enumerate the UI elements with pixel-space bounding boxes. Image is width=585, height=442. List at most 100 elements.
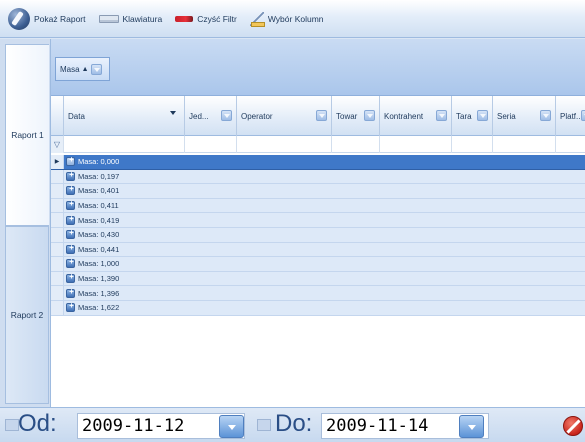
group-row[interactable]: Masa: 0,401 (51, 184, 585, 199)
filter-cell-tara[interactable] (452, 136, 493, 153)
chevron-down-icon[interactable] (477, 110, 488, 121)
chevron-down-icon[interactable] (316, 110, 327, 121)
column-header-platforma[interactable]: Platf... (556, 96, 585, 136)
expand-icon[interactable] (66, 214, 76, 225)
expand-icon[interactable] (66, 184, 76, 196)
group-row[interactable]: Masa: 0,419 (51, 213, 585, 228)
filter-cell-seria[interactable] (493, 136, 556, 153)
clear-filter-button[interactable]: Czyść Filtr (175, 7, 237, 31)
tab-raport-2-label: Raport 2 (10, 310, 44, 320)
cancel-icon[interactable] (563, 416, 583, 436)
column-header-label: Jed... (189, 111, 209, 121)
filter-cell-platforma[interactable] (556, 136, 585, 153)
group-by-panel: Masa ▲ (51, 39, 585, 96)
date-to-label: Do: (275, 410, 313, 437)
group-row[interactable]: Masa: 0,430 (51, 227, 585, 243)
tab-raport-1[interactable]: Raport 1 (5, 44, 49, 226)
column-chooser-button[interactable]: Wybór Kolumn (249, 7, 324, 31)
chevron-down-icon[interactable] (581, 110, 585, 121)
keyboard-label: Klawiatura (122, 13, 163, 24)
column-header-label: Seria (497, 111, 516, 121)
column-chooser-label: Wybór Kolumn (267, 13, 324, 24)
group-row-label: Masa: 0,441 (78, 244, 120, 254)
chevron-down-icon[interactable] (540, 110, 551, 121)
column-header-label: Towar (336, 111, 358, 121)
row-indicator-header (51, 96, 64, 136)
filter-cell-operator[interactable] (237, 136, 332, 153)
column-header-data[interactable]: Data (64, 96, 185, 136)
group-row-label: Masa: 0,000 (78, 157, 120, 167)
expand-icon[interactable] (66, 228, 76, 240)
group-row-label: Masa: 0,197 (78, 171, 120, 181)
date-to-dropdown-button[interactable] (459, 415, 484, 438)
filter-cell-jed[interactable] (185, 136, 237, 153)
date-from-label: Od: (18, 410, 57, 437)
row-indicator (51, 286, 64, 300)
column-header-label: Data (68, 111, 85, 121)
expand-icon[interactable] (66, 301, 76, 313)
calendar-icon (5, 419, 19, 431)
group-row[interactable]: Masa: 1,622 (51, 300, 585, 316)
tab-raport-1-label: Raport 1 (11, 130, 44, 140)
chevron-down-icon[interactable] (436, 110, 447, 121)
column-header-tara[interactable]: Tara (452, 96, 493, 136)
group-row[interactable]: Masa: 0,411 (51, 198, 585, 214)
group-row[interactable]: ▶ Masa: 0,000 (51, 155, 585, 170)
group-row[interactable]: Masa: 1,390 (51, 271, 585, 287)
date-from-dropdown-button[interactable] (219, 415, 244, 438)
expand-icon[interactable] (66, 287, 76, 298)
toolbar: Pokaż Raport Klawiatura Czyść Filtr Wybó… (0, 0, 585, 38)
chevron-down-icon[interactable] (221, 110, 232, 121)
calendar-icon (257, 419, 271, 431)
chevron-down-icon[interactable] (364, 110, 375, 121)
group-row[interactable]: Masa: 0,197 (51, 169, 585, 185)
expand-icon[interactable] (66, 170, 76, 181)
group-row[interactable]: Masa: 1,396 (51, 286, 585, 301)
column-header-operator[interactable]: Operator (237, 96, 332, 136)
group-row-label: Masa: 1,396 (78, 288, 120, 298)
group-rows: ▶ Masa: 0,000 Masa: 0,197 Masa: 0,401 Masa: … (51, 155, 585, 316)
group-by-chip[interactable]: Masa ▲ (55, 57, 110, 81)
keyboard-icon (98, 14, 119, 23)
columns-icon (249, 11, 265, 27)
row-indicator (51, 184, 64, 198)
group-row[interactable]: Masa: 1,000 (51, 257, 585, 272)
row-indicator (51, 300, 64, 315)
group-row-label: Masa: 0,419 (78, 215, 120, 225)
column-header-seria[interactable]: Seria (493, 96, 556, 136)
show-report-label: Pokaż Raport (34, 13, 86, 24)
row-indicator (51, 257, 64, 271)
eraser-icon (175, 15, 194, 22)
column-header-label: Operator (241, 111, 273, 121)
column-header-jed[interactable]: Jed... (185, 96, 237, 136)
sort-ascending-icon: ▲ (81, 65, 89, 73)
row-indicator (51, 242, 64, 257)
expand-icon[interactable] (66, 257, 76, 269)
column-header-kontrahent[interactable]: Kontrahent (380, 96, 452, 136)
column-header-towar[interactable]: Towar (332, 96, 380, 136)
group-row-label: Masa: 1,622 (78, 303, 120, 313)
filter-cell-kontrahent[interactable] (380, 136, 452, 153)
filter-icon[interactable]: ▽ (51, 136, 64, 153)
group-row[interactable]: Masa: 0,441 (51, 242, 585, 258)
filter-cell-data[interactable] (64, 136, 185, 153)
chevron-down-icon[interactable] (90, 63, 102, 75)
group-row-label: Masa: 0,430 (78, 230, 120, 240)
keyboard-button[interactable]: Klawiatura (98, 7, 163, 31)
filter-cell-towar[interactable] (332, 136, 380, 153)
report-grid: Masa ▲ Data Jed... Operator Towar Kontra… (50, 39, 585, 407)
expand-icon[interactable] (66, 199, 76, 211)
group-row-label: Masa: 1,000 (78, 259, 120, 269)
expand-icon[interactable] (66, 272, 76, 284)
group-by-label: Masa (60, 64, 80, 74)
column-header-row: Data Jed... Operator Towar Kontrahent Ta… (51, 96, 585, 136)
expand-icon[interactable] (66, 243, 76, 254)
tab-raport-2[interactable]: Raport 2 (5, 226, 49, 404)
expand-icon[interactable] (66, 155, 76, 167)
group-row-label: Masa: 0,401 (78, 186, 120, 196)
show-report-button[interactable]: Pokaż Raport (8, 7, 86, 31)
row-indicator (51, 198, 64, 213)
date-from-value: 2009-11-12 (82, 416, 185, 436)
report-tabs-panel: Raport 1 Raport 2 (0, 39, 50, 407)
row-indicator (51, 271, 64, 286)
